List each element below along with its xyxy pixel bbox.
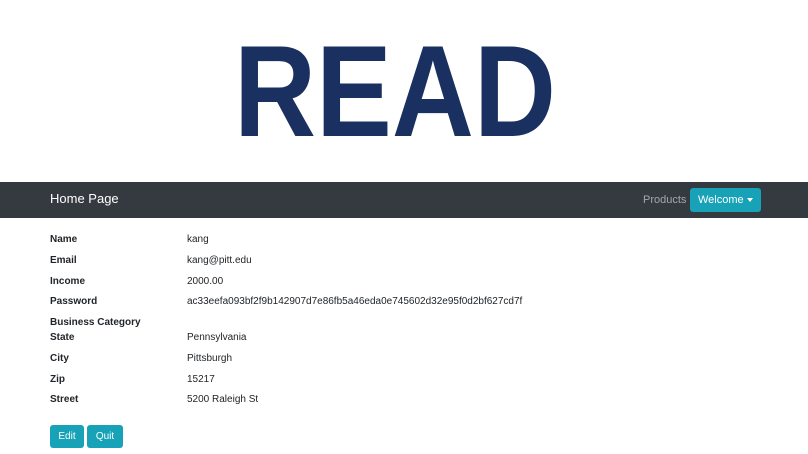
detail-row-zip: Zip 15217 (50, 374, 770, 388)
detail-label: Password (50, 296, 98, 307)
read-logo: READ (234, 40, 556, 140)
detail-row-password: Password ac33eefa093bf2f9b142907d7e86fb5… (50, 296, 770, 310)
detail-label: Zip (50, 374, 65, 385)
quit-button[interactable]: Quit (87, 425, 123, 448)
detail-label: Street (50, 394, 79, 405)
welcome-dropdown-button[interactable]: Welcome (690, 188, 761, 212)
welcome-label: Welcome (698, 194, 744, 206)
detail-label: Name (50, 234, 78, 245)
detail-label: Business Category (50, 317, 141, 328)
detail-row-email: Email kang@pitt.edu (50, 255, 770, 269)
detail-row-name: Name kang (50, 234, 770, 248)
detail-value: Pennsylvania (187, 332, 247, 343)
detail-row-state: State Pennsylvania (50, 332, 770, 346)
detail-label: State (50, 332, 75, 343)
products-link[interactable]: Products (643, 194, 686, 206)
detail-label: City (50, 353, 69, 364)
detail-label: Email (50, 255, 77, 266)
detail-value: 2000.00 (187, 276, 224, 287)
detail-row-business-category: Business Category (50, 317, 770, 331)
detail-row-city: City Pittsburgh (50, 353, 770, 367)
detail-label: Income (50, 276, 86, 287)
home-page-link[interactable]: Home Page (50, 191, 119, 206)
top-navbar: Home Page Products Welcome (0, 182, 808, 218)
detail-value: 15217 (187, 374, 215, 385)
detail-value: ac33eefa093bf2f9b142907d7e86fb5a46eda0e7… (187, 296, 523, 307)
detail-value: kang@pitt.edu (187, 255, 252, 266)
edit-button[interactable]: Edit (50, 425, 84, 448)
caret-down-icon (747, 198, 753, 202)
logo-area: READ (0, 0, 808, 182)
detail-value: Pittsburgh (187, 353, 233, 364)
detail-value: kang (187, 234, 209, 245)
detail-value: 5200 Raleigh St (187, 394, 259, 405)
detail-row-income: Income 2000.00 (50, 276, 770, 290)
detail-row-street: Street 5200 Raleigh St (50, 394, 770, 408)
logo-text: READ (234, 40, 556, 140)
